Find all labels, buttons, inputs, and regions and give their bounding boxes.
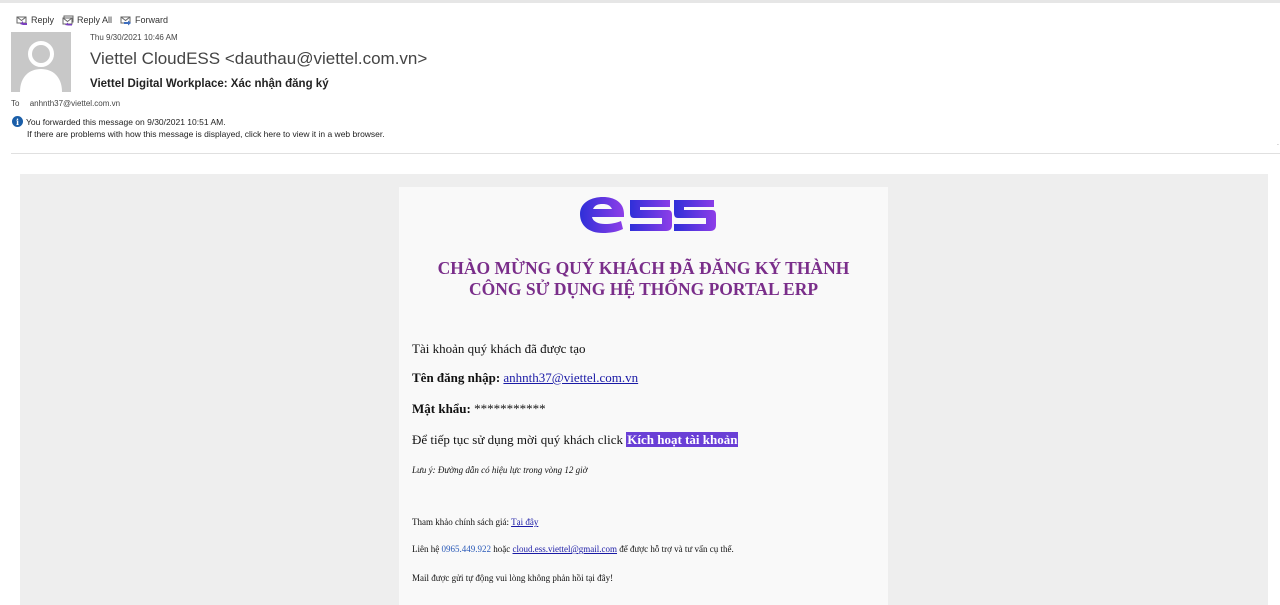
reply-icon [16,16,27,25]
forward-button[interactable]: Forward [120,15,168,26]
recipient-line: To anhnth37@viettel.com.vn [11,99,120,108]
pricing-text: Tham khảo chính sách giá: [412,517,509,527]
email-card [399,187,888,605]
password-label: Mật khẩu: [412,401,471,416]
recipient-address[interactable]: anhnth37@viettel.com.vn [30,99,120,108]
pricing-row: Tham khảo chính sách giá: Tại đây [412,517,538,527]
reply-all-label: Reply All [77,15,113,25]
username-link[interactable]: anhnth37@viettel.com.vn [503,370,638,385]
display-problem-note[interactable]: If there are problems with how this mess… [27,129,385,139]
username-label: Tên đăng nhập: [412,370,501,385]
sender-name[interactable]: Viettel CloudESS <dauthau@viettel.com.vn… [90,49,427,69]
forward-note: You forwarded this message on 9/30/2021 … [26,116,226,127]
welcome-line-2: CÔNG SỬ DỤNG HỆ THỐNG PORTAL ERP [468,279,819,299]
validity-note: Lưu ý: Đường dẫn có hiệu lực trong vòng … [412,465,588,475]
contact-row: Liên hệ 0965.449.922 hoặc cloud.ess.viet… [412,544,734,554]
top-border [0,0,1280,3]
forward-icon [120,16,132,25]
sender-avatar [11,32,71,92]
welcome-line-1: CHÀO MỪNG QUÝ KHÁCH ĐÃ ĐĂNG KÝ THÀNH [437,258,850,278]
account-created-text: Tài khoản quý khách đã được tạo [412,341,586,356]
reply-all-icon [62,15,74,25]
continue-text: Để tiếp tục sử dụng mời quý khách click [412,432,624,447]
contact-phone[interactable]: 0965.449.922 [442,544,492,554]
forward-label: Forward [135,15,169,25]
header-divider [11,153,1280,154]
scroll-indicator[interactable]: ˙ [1277,143,1280,152]
to-label: To [11,99,20,108]
message-subject: Viettel Digital Workplace: Xác nhận đăng… [90,78,329,90]
contact-email-link[interactable]: cloud.ess.viettel@gmail.com [513,544,618,554]
password-row: Mật khẩu: *********** [412,401,546,417]
contact-prefix: Liên hệ [412,544,440,554]
contact-suffix: để được hỗ trợ và tư vấn cụ thể. [619,544,734,554]
ess-logo [580,197,716,233]
password-value: *********** [474,401,546,416]
avatar-person-icon [20,41,62,92]
forward-info: i You forwarded this message on 9/30/202… [12,116,226,127]
reply-all-button[interactable]: Reply All [62,15,112,26]
contact-or: hoặc [493,544,511,554]
welcome-title: CHÀO MỪNG QUÝ KHÁCH ĐÃ ĐĂNG KÝ THÀNH CÔN… [399,258,888,300]
reply-button[interactable]: Reply [16,15,54,26]
info-icon: i [12,116,23,127]
auto-mail-note: Mail được gửi tự động vui lòng không phả… [412,573,614,583]
pricing-link[interactable]: Tại đây [511,517,538,527]
message-toolbar: Reply Reply All Forward [16,13,168,27]
username-row: Tên đăng nhập: anhnth37@viettel.com.vn [412,370,638,386]
reply-label: Reply [31,15,55,25]
continue-row: Để tiếp tục sử dụng mời quý khách click … [412,432,739,448]
message-date: Thu 9/30/2021 10:46 AM [90,33,178,42]
activate-account-button[interactable]: Kích hoạt tài khoản [626,432,739,447]
